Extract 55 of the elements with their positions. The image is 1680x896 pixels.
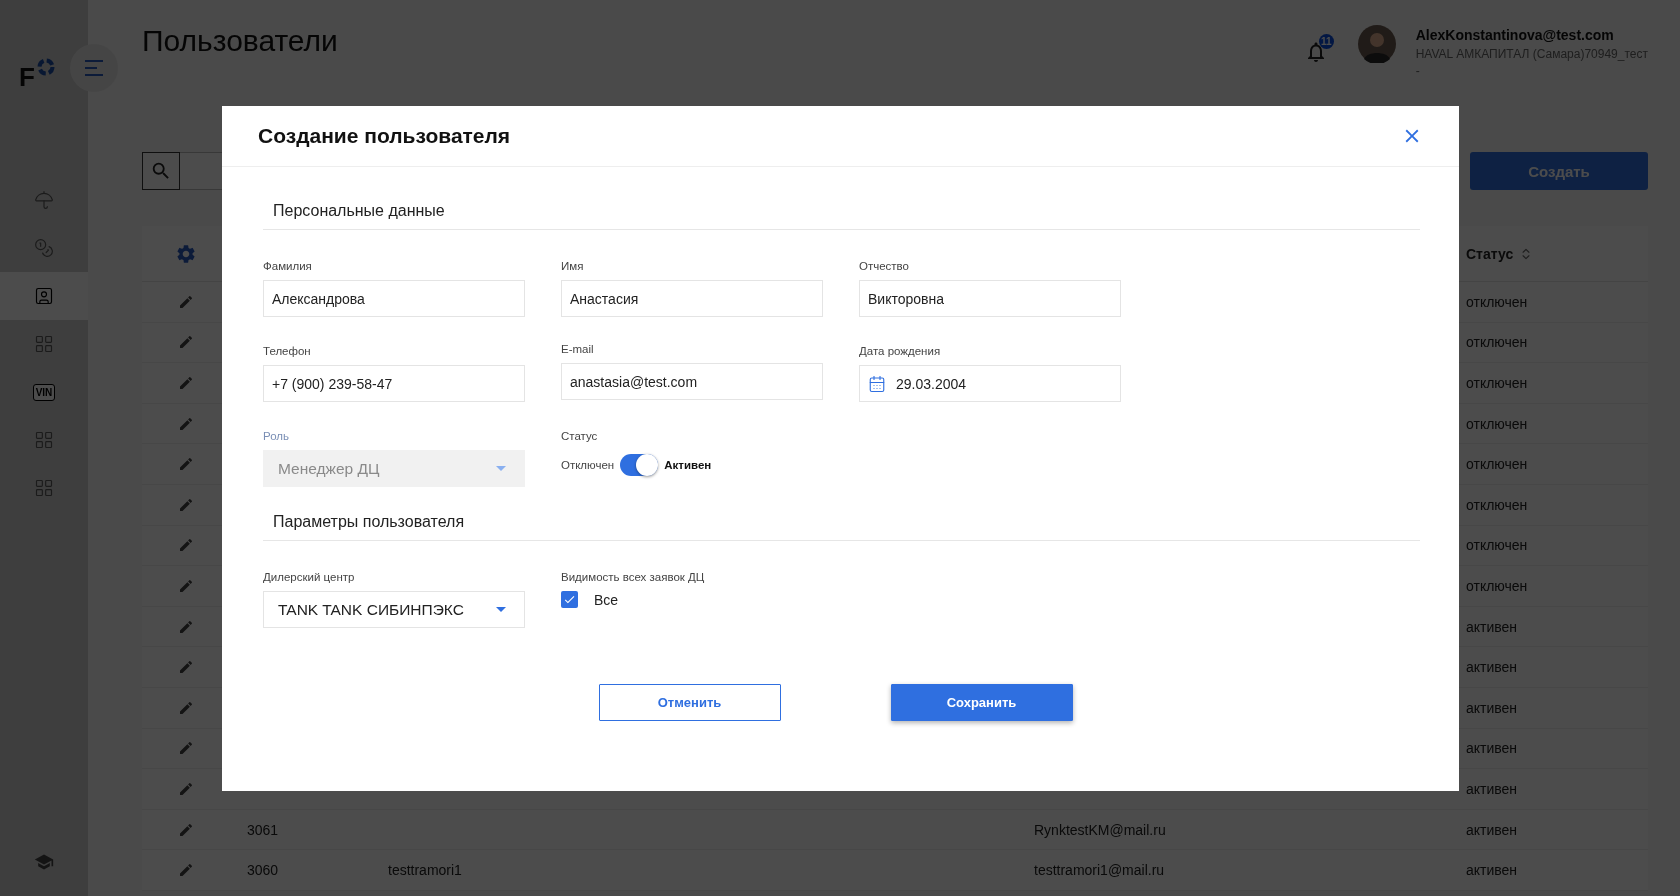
user-extra: -: [1415, 64, 1420, 78]
table-cell: 3060: [247, 862, 279, 879]
table-cell: активен: [1466, 618, 1518, 635]
table-cell: testtramori1: [388, 862, 462, 879]
toggle-on-label: Активен: [664, 459, 712, 471]
field-label: Фамилия: [263, 260, 313, 272]
table-cell: отключен: [1466, 496, 1528, 513]
table-cell: активен: [1466, 862, 1518, 879]
text-field[interactable]: Викторовна: [859, 280, 1121, 317]
text-field[interactable]: anastasia@test.com: [561, 363, 823, 400]
dialog-title: Создание пользователя: [258, 124, 511, 148]
checkbox-label: Все: [594, 591, 619, 608]
checkbox[interactable]: [561, 591, 578, 608]
table-cell: отключен: [1466, 375, 1528, 391]
field-label: Имя: [561, 260, 585, 272]
table-cell: отключен: [1466, 577, 1528, 594]
section-title: Персональные данные: [263, 202, 1420, 230]
cancel-button[interactable]: Отменить: [598, 684, 781, 721]
table-cell: активен: [1466, 699, 1518, 716]
table-cell: активен: [1466, 780, 1518, 797]
table-cell: активен: [1466, 821, 1518, 838]
table-cell: отключен: [1466, 415, 1528, 432]
save-button[interactable]: Сохранить: [890, 684, 1073, 721]
text-field[interactable]: Александрова: [263, 280, 525, 317]
field-label: Дата рождения: [859, 345, 942, 357]
table-cell: testtramori1@mail.ru: [1034, 862, 1165, 879]
toggle-off-label: Отключен: [561, 459, 615, 471]
table-cell: отключен: [1466, 293, 1528, 310]
date-field[interactable]: 29.03.2004: [859, 365, 1121, 402]
status-toggle[interactable]: [620, 454, 659, 476]
table-cell: RynktestKM@mail.ru: [1034, 821, 1166, 838]
table-cell: активен: [1466, 740, 1518, 757]
table-cell: отключен: [1466, 537, 1528, 554]
section-title: Параметры пользователя: [263, 513, 1420, 541]
table-cell: отключен: [1466, 334, 1528, 351]
table-cell: активен: [1466, 659, 1518, 676]
field-label: Телефон: [263, 345, 312, 357]
logo-letter: F: [19, 64, 35, 90]
field-label: Дилерский центр: [263, 571, 356, 583]
caret-icon: [496, 466, 506, 471]
field-label: Отчество: [859, 260, 910, 272]
field-label: Роль: [263, 430, 290, 442]
field-label: E-mail: [561, 343, 595, 355]
field-label: Статус: [561, 430, 599, 442]
field-label: Видимость всех заявок ДЦ: [561, 571, 706, 583]
check-icon: [563, 593, 576, 606]
table-cell: 3061: [247, 821, 279, 838]
table-cell: отключен: [1466, 456, 1528, 473]
user-email: AlexKonstantinova@test.com: [1415, 27, 1614, 43]
select-field[interactable]: TANK TANK СИБИНПЭКС: [263, 591, 525, 628]
text-field[interactable]: +7 (900) 239-58-47: [263, 365, 525, 402]
text-field[interactable]: Анастасия: [561, 280, 823, 317]
caret-icon: [496, 607, 506, 612]
calendar-icon: [868, 374, 886, 393]
page-title: Пользователи: [142, 24, 339, 58]
